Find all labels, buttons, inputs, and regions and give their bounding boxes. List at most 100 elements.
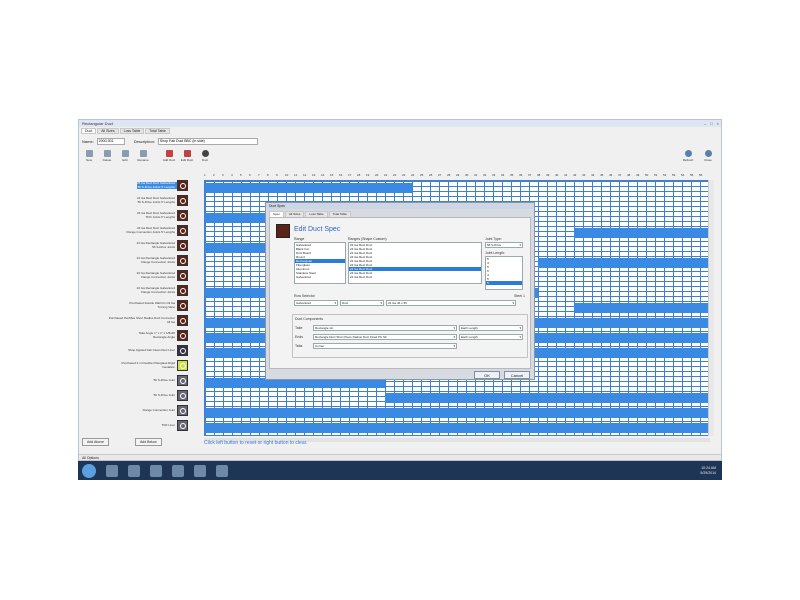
duct-thumbnail-icon [177,195,188,206]
joint-type-label: Joint Type: [485,237,502,241]
grid-size-bar[interactable] [538,258,709,268]
add-above-button[interactable]: Add Above [82,438,109,446]
description-field[interactable] [157,137,258,145]
take-length-select[interactable]: Each Length [459,325,523,331]
joint-type-select[interactable]: 5ft S-Drive [485,242,523,248]
list-item[interactable]: 5' [486,281,522,285]
minimize-button[interactable]: – [704,121,706,126]
refresh-button[interactable]: Refresh [681,150,695,162]
grid-row-label[interactable]: 5ft S-Drive Joint [82,390,188,401]
duct-button[interactable]: Duct [198,150,212,162]
taskbar-app2-icon[interactable] [194,464,206,477]
row-label-text: Purchased 2 in Flexible Fiberglass Rigid… [121,361,175,369]
add-duct-icon [165,150,173,157]
toolbar: New Delete Edit Rename Add Duct Edit Duc… [82,150,212,162]
duct-thumbnail-icon [177,315,188,326]
grid-row-label[interactable]: Purchased Double Wall Fin Oil Ga Turning… [82,300,188,311]
grid-row-label[interactable]: 24 Ga Rectangle Galvanized 5ft S-Drive J… [82,240,188,251]
status-bar: All Options [79,454,721,460]
description-label: Description: [133,138,155,144]
name-field[interactable] [96,137,125,145]
edit-duct-icon [183,150,191,157]
column-number: 15 [330,173,334,177]
grid-row-label[interactable]: Flange Connection Joint [82,405,188,416]
row-label-text: 5ft S-Drive Joint [153,377,175,382]
row-label-text: 5ft S-Drive Joint [153,392,175,397]
row-selector-type[interactable]: Duct [340,300,384,306]
ok-button[interactable]: OK [474,371,500,379]
grid-row-label[interactable]: 24 Ga Rectangle Galvanized Flange Connec… [82,285,188,296]
grid-row-label[interactable]: 24 Ga Rect Duct Galvanized Flange Connec… [82,225,188,236]
edit-button[interactable]: Edit [118,150,132,162]
cancel-button[interactable]: Cancel [504,371,530,379]
column-number: 39 [546,173,550,177]
column-number: 27 [438,173,442,177]
ranges-list[interactable]: 24 Ga Rect Duct 24 Ga Rect Duct 24 Ga Rect… [348,242,482,284]
taskbar-app-icon[interactable] [172,464,184,477]
duct-thumbnail-icon [177,225,188,236]
grid-size-bar[interactable] [205,183,412,193]
tab-duct[interactable]: Duct [81,128,97,134]
column-number: 31 [474,173,478,177]
grid-row-label[interactable]: 24 Ga Rectangle Galvanized Flange Connec… [82,255,188,266]
rename-button[interactable]: Rename [136,150,150,162]
grid-row-label[interactable]: TDF Liner [82,420,188,431]
dialog-title: Duct Spec [266,203,534,209]
grid-row-label[interactable]: Purchased 2 in Flexible Fiberglass Rigid… [82,360,188,371]
take-select[interactable]: Rectangle 1in [313,325,457,331]
edit-duct-label: Edit Duct [180,158,194,162]
grid-size-bar[interactable] [574,228,709,238]
list-item[interactable]: 24 Ga Rect Duct [349,275,481,279]
grid-row-label[interactable]: 5ft S-Drive Joint [82,375,188,386]
column-number: 17 [348,173,352,177]
list-item[interactable]: Galvanized [295,275,345,279]
taskbar-browser-icon[interactable] [128,464,140,477]
grid-row-label[interactable]: 24 Ga Rectangle Galvanized Flange Connec… [82,270,188,281]
tabs-select[interactable]: Corner [313,343,457,349]
column-number: 3 [222,173,224,177]
row-selector-material[interactable]: Galvanized [294,300,338,306]
grid-row-label[interactable]: 24 Ga Rect Duct Galvanized TDC Joints 5'… [82,210,188,221]
edit-duct-button[interactable]: Edit Duct [180,150,194,162]
close-window-button[interactable]: Close [701,150,715,162]
grid-row-label[interactable]: Purchased Per/Max Short Radius Duct Conn… [82,315,188,326]
grid-row-label[interactable]: 24 Ga Rect Duct Galvanized 5ft S-Drive J… [82,180,188,191]
start-button[interactable] [82,463,96,478]
grid-row-label[interactable]: 24 Ga Rect Duct Galvanized 5ft S-Drive J… [82,195,188,206]
add-below-button[interactable]: Add Below [134,438,162,446]
grid-size-bar[interactable] [205,408,709,418]
maximize-button[interactable]: □ [710,121,712,126]
vertical-scrollbar[interactable] [708,180,714,436]
column-number: 54 [681,173,685,177]
taskbar-folder-icon[interactable] [106,464,118,477]
joint-length-list[interactable]: 5' 4' 5' 6' 4' 5' 5' [485,256,523,290]
ends-length-select[interactable]: Each Length [459,334,523,340]
steel-checkbox[interactable]: Steel 1 [514,294,525,298]
ends-select[interactable]: Rectangle Duct Short Piece Radius Duct F… [313,334,457,340]
grid-row-label[interactable]: Take Angle 1" x 1" x 1/8x2ft Rectangle A… [82,330,188,341]
title-bar: Rectangular Duct – □ × [79,120,721,127]
column-number: 13 [312,173,316,177]
new-button[interactable]: New [82,150,96,162]
grid-size-bar[interactable] [574,303,709,313]
taskbar-chrome-icon[interactable] [150,464,162,477]
add-duct-button[interactable]: Add Duct [162,150,176,162]
tab-total-table[interactable]: Total Table [145,128,170,134]
range-list[interactable]: Galvanized Black Iron Duct Board Round Recta… [294,242,346,284]
grid-row-label[interactable]: Shop Applied Fab Clean Duct Liner [82,345,188,356]
delete-button[interactable]: Delete [100,150,114,162]
grid-size-bar[interactable] [385,393,709,403]
column-number: 19 [366,173,370,177]
ranges-label: Ranges (Shape Custom) [348,237,387,241]
tab-all-sizes[interactable]: All Sizes [97,128,119,134]
close-button[interactable]: × [717,121,719,126]
column-number: 32 [483,173,487,177]
column-number: 53 [672,173,676,177]
tab-loss-table[interactable]: Loss Table [119,128,145,134]
taskbar-app3-icon[interactable] [216,464,228,477]
duct-thumbnail-icon [177,405,188,416]
row-selector-size[interactable]: 24 Ga 4ft x 5ft [386,300,516,306]
grid-size-bar[interactable] [205,423,709,433]
duct-thumbnail-icon [177,330,188,341]
components-label: Duct Components [295,317,324,321]
